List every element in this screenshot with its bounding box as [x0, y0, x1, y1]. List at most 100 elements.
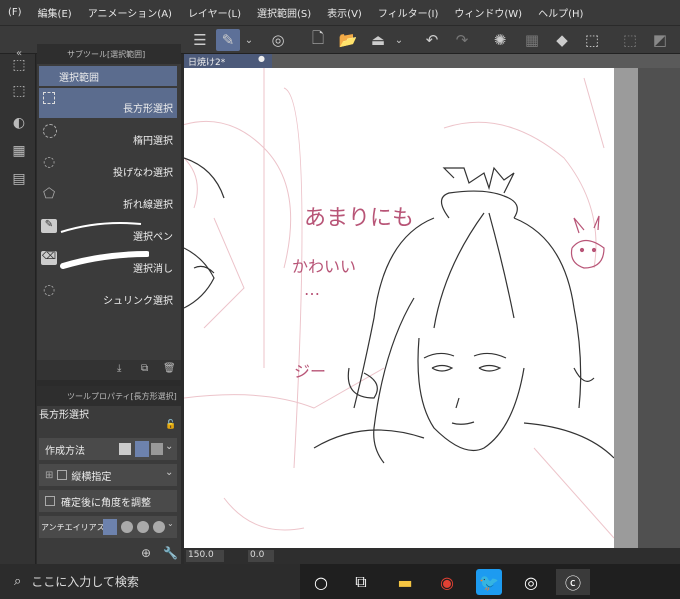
aa-mid-icon[interactable] [137, 521, 149, 533]
menu-window[interactable]: ウィンドウ(W) [446, 5, 530, 20]
menu-animation[interactable]: アニメーション(A) [80, 5, 180, 20]
angle-value[interactable]: 0.0 [248, 550, 274, 562]
copy-icon[interactable]: ⧉ [141, 363, 148, 374]
subtool-label: 楕円選択 [133, 136, 173, 147]
aa-weak-icon[interactable] [121, 521, 133, 533]
aspect-checkbox[interactable] [57, 470, 68, 480]
eraser-icon: ⌫ [41, 251, 57, 265]
canvas-background [638, 68, 680, 548]
clip-studio-taskbar-icon[interactable]: ◎ [518, 569, 544, 595]
tool-strip: « ⬚ ⬚ ◐ ▦ ▤ [0, 48, 36, 564]
lock-icon[interactable]: 🔓 [165, 420, 176, 430]
invert-selection-icon[interactable]: ◩ [648, 29, 672, 51]
menu-file[interactable]: (F) [0, 7, 30, 18]
pen-icon: ✎ [41, 219, 57, 233]
subtool-polyline-select[interactable]: ⬠ 折れ線選択 [39, 184, 177, 214]
aa-row: アンチエイリアス ⌄ [39, 516, 177, 538]
lasso-icon: ◌ [43, 154, 56, 170]
wrench-icon[interactable]: 🔧 [163, 546, 178, 560]
subtool-footer: ⤓ ⧉ 🗑 [37, 360, 181, 380]
taskbar-search[interactable]: ⌕ ここに入力して検索 [0, 564, 300, 599]
handwritten-text-3: … [304, 280, 320, 299]
aspect-row: ⊞ 縦横指定 ⌄ [39, 464, 177, 486]
tool-property-panel: ツールプロパティ[長方形選択] 長方形選択 🔓 作成方法 ⌄ ⊞ 縦横指定 ⌄ … [37, 386, 181, 566]
document-tab[interactable]: 日焼け2* ● [184, 54, 272, 68]
menu-bar: (F) 編集(E) アニメーション(A) レイヤー(L) 選択範囲(S) 表示(… [0, 0, 680, 26]
search-icon: ⌕ [14, 574, 22, 589]
search-input[interactable]: ここに入力して検索 [31, 573, 139, 590]
new-file-icon[interactable]: 🗋 [306, 29, 330, 51]
export-icon[interactable]: ⏏ [366, 29, 390, 51]
angle-checkbox[interactable] [45, 496, 55, 506]
angle-label: 確定後に角度を調整 [61, 497, 151, 509]
chevron-down-icon-5[interactable]: ⌄ [167, 519, 174, 528]
aa-none-icon[interactable] [103, 519, 117, 535]
reset-icon[interactable]: ⊕ [141, 546, 151, 560]
menu-help[interactable]: ヘルプ(H) [530, 5, 591, 20]
auto-select-icon[interactable]: ⬚ [8, 80, 30, 102]
menu-filter[interactable]: フィルター(I) [370, 5, 447, 20]
menu-view[interactable]: 表示(V) [319, 5, 370, 20]
close-icon[interactable]: ● [258, 54, 265, 63]
angle-row: 確定後に角度を調整 [39, 490, 177, 512]
transform-icon[interactable]: ⬚ [580, 29, 604, 51]
status-bar: 150.0 0.0 [184, 548, 680, 564]
subtool-panel: サブツール[選択範囲] 選択範囲 長方形選択 楕円選択 ◌ 投げなわ選択 ⬠ 折… [37, 44, 181, 380]
taskbar: ⌕ ここに入力して検索 ○ ⧉ ▬ ◉ 🐦 ◎ ⓒ [0, 564, 680, 599]
chevron-down-icon-2[interactable]: ⌄ [392, 29, 406, 51]
chrome-icon[interactable]: ◉ [434, 569, 460, 595]
chevron-down-icon[interactable]: ⌄ [242, 29, 256, 51]
aspect-toggle-icon[interactable]: ⊞ [45, 470, 53, 481]
subtool-label: 選択ペン [133, 232, 173, 243]
selection-tool-icon[interactable]: ⬚ [8, 54, 30, 76]
chevron-down-icon-3[interactable]: ⌄ [165, 441, 173, 452]
cortana-icon[interactable]: ○ [308, 569, 334, 595]
clear-icon[interactable]: ▦ [520, 29, 544, 51]
open-folder-icon[interactable]: 📂 [336, 29, 360, 51]
task-view-icon[interactable]: ⧉ [348, 569, 374, 595]
rect-select-icon [43, 92, 55, 104]
pen-stroke-preview [60, 222, 142, 233]
mode-new-icon[interactable] [119, 443, 131, 455]
mode-add-icon[interactable] [135, 441, 149, 457]
mode-row: 作成方法 ⌄ [39, 438, 177, 460]
loading-icon[interactable]: ✺ [488, 29, 512, 51]
aa-strong-icon[interactable] [153, 521, 165, 533]
subtool-select-eraser[interactable]: ⌫ 選択消し [39, 248, 177, 278]
subtool-group[interactable]: 選択範囲 [39, 66, 177, 86]
undo-icon[interactable]: ↶ [420, 29, 444, 51]
subtool-ellipse-select[interactable]: 楕円選択 [39, 120, 177, 150]
redo-icon[interactable]: ↷ [450, 29, 474, 51]
layer-icon[interactable]: ◐ [8, 112, 30, 134]
menu-selection[interactable]: 選択範囲(S) [249, 5, 319, 20]
grid-icon[interactable]: ▦ [8, 140, 30, 162]
subtool-lasso-select[interactable]: ◌ 投げなわ選択 [39, 152, 177, 182]
clip-studio-paint-icon[interactable]: ⓒ [556, 569, 590, 595]
subtool-group-label: 選択範囲 [59, 73, 99, 84]
fill-icon[interactable]: ◆ [550, 29, 574, 51]
menu-layer[interactable]: レイヤー(L) [180, 5, 249, 20]
subtool-label: シュリンク選択 [103, 296, 173, 307]
edit-canvas-icon[interactable]: ✎ [216, 29, 240, 51]
mode-label: 作成方法 [45, 445, 85, 457]
subtool-select-pen[interactable]: ✎ 選択ペン [39, 216, 177, 246]
handwritten-text-2: かわいい [292, 257, 357, 276]
props-tool-name: 長方形選択 [39, 410, 89, 421]
mode-sub-icon[interactable] [151, 443, 163, 455]
twitter-icon[interactable]: 🐦 [476, 569, 502, 595]
subtool-shrink-select[interactable]: ◌ シュリンク選択 [39, 280, 177, 310]
clip-studio-icon[interactable]: ◎ [266, 29, 290, 51]
subtool-label: 投げなわ選択 [113, 168, 173, 179]
film-icon[interactable]: ▤ [8, 168, 30, 190]
zoom-value[interactable]: 150.0 [186, 550, 224, 562]
menu-edit[interactable]: 編集(E) [30, 5, 80, 20]
chevron-down-icon-4[interactable]: ⌄ [165, 467, 173, 478]
hamburger-menu-icon[interactable]: ☰ [188, 29, 212, 51]
deselect-icon[interactable]: ⬚ [618, 29, 642, 51]
trash-icon[interactable]: 🗑 [163, 363, 176, 374]
subtool-rect-select[interactable]: 長方形選択 [39, 88, 177, 118]
canvas-paper[interactable]: あまりにも かわいい … ジー [184, 68, 614, 548]
file-explorer-icon[interactable]: ▬ [392, 569, 418, 595]
download-icon[interactable]: ⤓ [117, 363, 121, 374]
document-tab-label: 日焼け2* [188, 57, 226, 68]
